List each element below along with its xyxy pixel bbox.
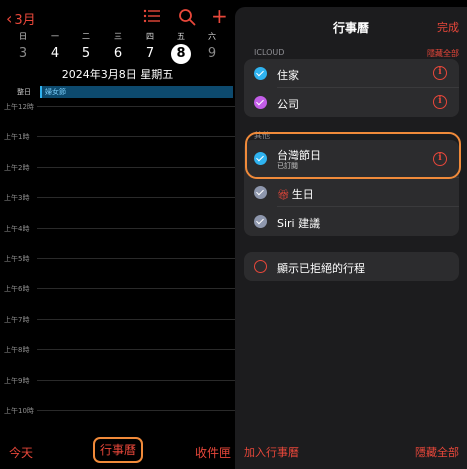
weekday-label: 六 bbox=[208, 32, 216, 41]
weekday-label: 一 bbox=[51, 32, 59, 41]
declined-events-label: 顯示已拒絕的行程 bbox=[277, 262, 365, 275]
hour-label: 上午8時 bbox=[4, 346, 30, 355]
all-day-event[interactable]: 婦女節 bbox=[40, 86, 233, 98]
hour-label: 上午2時 bbox=[4, 163, 30, 172]
calendar-name: 住家 bbox=[277, 69, 299, 82]
hour-row: 上午2時 bbox=[0, 164, 235, 177]
calendar-row-home[interactable]: 住家 i bbox=[244, 59, 459, 88]
hour-row: 上午3時 bbox=[0, 194, 235, 207]
hour-row: 上午8時 bbox=[0, 346, 235, 359]
chevron-left-icon: ‹ bbox=[6, 8, 13, 28]
hour-row: 上午1時 bbox=[0, 133, 235, 146]
hour-line bbox=[37, 318, 235, 320]
hour-label: 上午12時 bbox=[4, 103, 34, 111]
show-declined-events-row[interactable]: 顯示已拒絕的行程 bbox=[244, 252, 459, 281]
hour-line bbox=[37, 288, 235, 290]
weekday-label: 二 bbox=[82, 32, 90, 41]
hour-label: 上午3時 bbox=[4, 194, 30, 203]
calendar-name: Siri 建議 bbox=[277, 217, 321, 230]
hour-label: 上午10時 bbox=[4, 407, 34, 415]
add-calendar-button[interactable]: 加入行事曆 bbox=[244, 444, 299, 460]
day-number[interactable]: 3 bbox=[8, 44, 38, 64]
icloud-calendar-group: 住家 i 公司 i bbox=[244, 59, 459, 117]
all-day-row: 整日 婦女節 bbox=[0, 85, 235, 99]
plus-icon[interactable]: + bbox=[211, 6, 228, 26]
hour-line bbox=[37, 379, 235, 381]
info-icon[interactable]: i bbox=[433, 66, 447, 80]
unchecked-circle-icon[interactable] bbox=[254, 260, 267, 273]
calendar-name: 🎁︎ 生日 bbox=[277, 186, 314, 202]
hour-line bbox=[37, 258, 235, 259]
hour-label: 上午7時 bbox=[4, 315, 30, 324]
back-label: 3月 bbox=[14, 13, 36, 28]
hour-line bbox=[37, 197, 235, 199]
checkmark-icon[interactable] bbox=[254, 96, 267, 109]
inbox-button[interactable]: 收件匣 bbox=[195, 444, 231, 461]
hour-label: 上午9時 bbox=[4, 376, 30, 385]
week-strip: 3 4 5 6 7 8 9 bbox=[0, 44, 235, 66]
hour-line bbox=[37, 166, 235, 168]
done-button[interactable]: 完成 bbox=[437, 19, 459, 35]
day-number[interactable]: 6 bbox=[103, 44, 133, 64]
other-calendar-group: 台灣節日 已訂閱 i 🎁︎ 生日 Siri 建議 bbox=[244, 140, 459, 236]
day-number[interactable]: 9 bbox=[197, 44, 227, 64]
icloud-section-header: ICLOUD bbox=[254, 48, 285, 57]
hour-label: 上午4時 bbox=[4, 224, 30, 233]
calendar-name-text: 生日 bbox=[291, 188, 314, 201]
hour-row: 上午6時 bbox=[0, 285, 235, 298]
calendar-row-siri-suggestions[interactable]: Siri 建議 bbox=[244, 207, 459, 236]
day-number[interactable]: 4 bbox=[40, 44, 70, 64]
panel-title: 行事曆 bbox=[332, 21, 369, 35]
selected-date-title: 2024年3月8日 星期五 bbox=[61, 68, 174, 81]
weekday-label: 四 bbox=[146, 32, 154, 41]
hour-row: 上午7時 bbox=[0, 316, 235, 329]
hour-row: 上午9時 bbox=[0, 377, 235, 390]
calendars-panel: 行事曆 完成 ICLOUD 隱藏全部 住家 i 公司 i 其他 台灣節日 已訂閱… bbox=[235, 7, 467, 469]
day-number[interactable]: 5 bbox=[71, 44, 101, 64]
info-icon[interactable]: i bbox=[433, 95, 447, 109]
all-day-label: 整日 bbox=[17, 88, 31, 96]
checkmark-icon[interactable] bbox=[254, 152, 267, 165]
selected-day-number[interactable]: 8 bbox=[171, 44, 191, 64]
hour-row: 上午10時 bbox=[0, 407, 235, 420]
subscribed-label: 已訂閱 bbox=[277, 162, 298, 170]
calendar-row-birthdays[interactable]: 🎁︎ 生日 bbox=[244, 178, 459, 207]
weekday-header: 日 一 二 三 四 五 六 bbox=[0, 31, 235, 43]
checkmark-icon[interactable] bbox=[254, 67, 267, 80]
hour-label: 上午1時 bbox=[4, 133, 30, 142]
day-number[interactable]: 7 bbox=[135, 44, 165, 64]
hour-row: 上午12時 bbox=[0, 103, 235, 116]
hour-line bbox=[37, 136, 235, 138]
calendar-row-taiwan-holidays[interactable]: 台灣節日 已訂閱 i bbox=[244, 140, 459, 178]
calendar-name: 公司 bbox=[277, 98, 299, 111]
hour-line bbox=[37, 227, 235, 229]
back-to-month-button[interactable]: ‹ 3月 bbox=[6, 9, 36, 28]
search-icon[interactable] bbox=[178, 8, 196, 26]
hour-line bbox=[37, 106, 235, 107]
hour-label: 上午6時 bbox=[4, 285, 30, 294]
hour-label: 上午5時 bbox=[4, 255, 30, 263]
hour-row: 上午4時 bbox=[0, 225, 235, 238]
weekday-label: 日 bbox=[19, 32, 27, 41]
hour-line bbox=[37, 349, 235, 351]
calendar-day-view: ‹ 3月 + 日 一 二 三 四 五 六 3 4 5 6 7 8 9 2024年… bbox=[0, 0, 235, 469]
icloud-hide-all-button[interactable]: 隱藏全部 bbox=[427, 48, 459, 59]
checkmark-icon[interactable] bbox=[254, 186, 267, 199]
hour-line bbox=[37, 410, 235, 411]
calendar-row-work[interactable]: 公司 i bbox=[244, 88, 459, 117]
list-icon[interactable] bbox=[143, 8, 161, 24]
declined-events-group: 顯示已拒絕的行程 bbox=[244, 252, 459, 281]
gift-icon: 🎁︎ bbox=[277, 190, 290, 201]
checkmark-icon[interactable] bbox=[254, 215, 267, 228]
today-button[interactable]: 今天 bbox=[9, 444, 33, 461]
hide-all-button[interactable]: 隱藏全部 bbox=[415, 444, 459, 460]
hour-row: 上午5時 bbox=[0, 255, 235, 268]
info-icon[interactable]: i bbox=[433, 152, 447, 166]
weekday-label: 五 bbox=[177, 32, 185, 41]
weekday-label: 三 bbox=[114, 32, 122, 41]
calendars-button[interactable]: 行事曆 bbox=[93, 437, 143, 463]
